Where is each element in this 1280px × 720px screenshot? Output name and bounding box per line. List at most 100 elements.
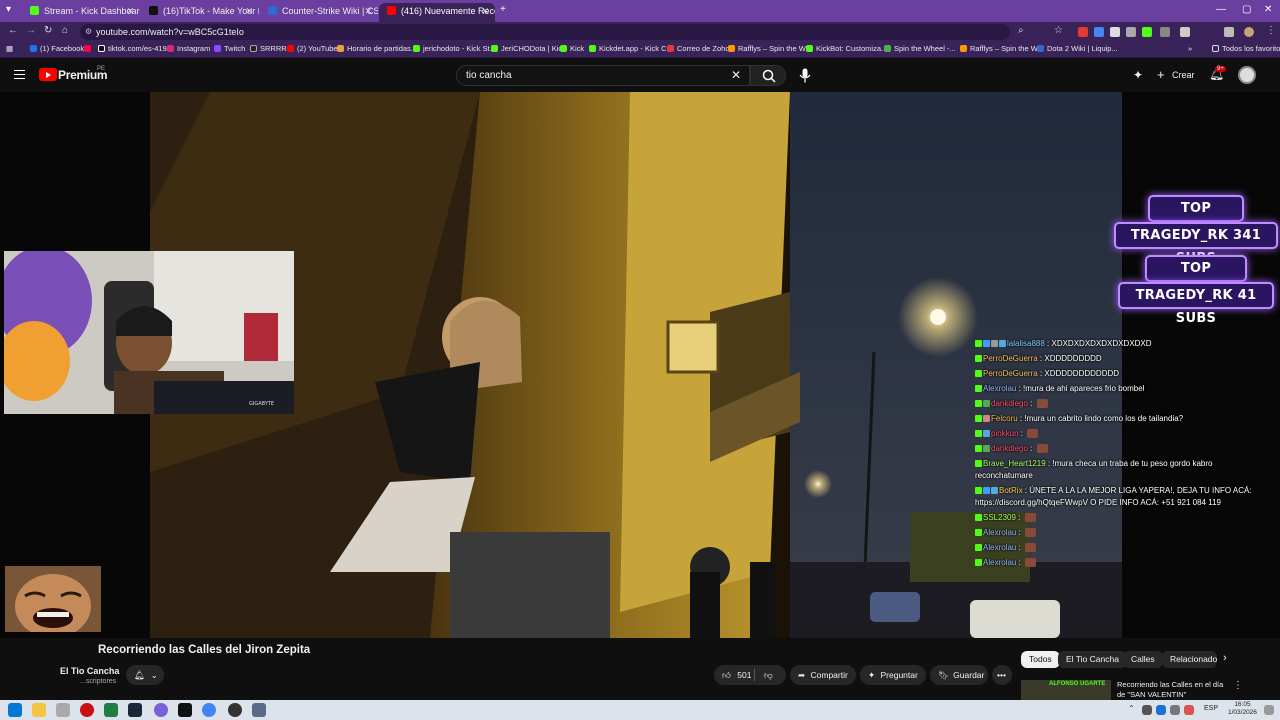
create-button[interactable]: Crear xyxy=(1172,70,1195,80)
chat-username: Alexrolau xyxy=(983,528,1017,537)
bookmark-item[interactable]: Kickdet.app - Kick C... xyxy=(589,44,673,53)
menu-kebab-icon[interactable]: ⋮ xyxy=(1266,25,1276,36)
new-tab-icon[interactable]: + xyxy=(500,4,506,15)
extension-icon[interactable] xyxy=(1160,27,1170,37)
create-plus-icon[interactable]: + xyxy=(1157,67,1165,82)
bookmark-item[interactable]: (2) YouTube xyxy=(287,44,338,53)
apps-grid-icon[interactable]: ▦ xyxy=(6,44,13,53)
profile-avatar[interactable] xyxy=(1244,27,1254,37)
tray-icon[interactable] xyxy=(1170,705,1180,715)
start-icon[interactable] xyxy=(8,703,22,717)
close-icon[interactable]: ✕ xyxy=(245,3,253,20)
excel-icon[interactable] xyxy=(104,703,118,717)
ask-button[interactable]: ✦ Preguntar xyxy=(860,665,926,685)
opera-icon[interactable] xyxy=(80,703,94,717)
bookmark-item[interactable] xyxy=(84,44,94,53)
close-icon[interactable]: ✕ xyxy=(481,3,489,20)
youtube-logo-icon[interactable] xyxy=(39,68,57,81)
next-video-title[interactable]: Recorriendo las Calles en el día de "SAN… xyxy=(1117,680,1227,700)
more-actions-button[interactable]: ••• xyxy=(992,665,1012,685)
browser-tab[interactable]: (16)TikTok - Make Your Day✕ xyxy=(141,3,259,22)
forward-icon[interactable]: → xyxy=(26,25,36,36)
bookmark-item[interactable]: jerichodoto - Kick St... xyxy=(413,44,496,53)
file-explorer-icon[interactable] xyxy=(32,703,46,717)
browser-tab-active[interactable]: (416) Nuevamente Recorri...✕ xyxy=(379,3,495,22)
browser-tab[interactable]: Stream - Kick Dashboard ✕ xyxy=(22,3,140,22)
bookmark-item[interactable]: JeriCHODota | Kick xyxy=(491,44,566,53)
account-avatar[interactable] xyxy=(1238,66,1256,84)
bookmark-item[interactable]: tiktok.com/es-419/ xyxy=(98,44,169,53)
back-icon[interactable]: ← xyxy=(8,25,18,36)
app-icon[interactable] xyxy=(154,703,168,717)
laughing-face-overlay xyxy=(5,566,101,632)
chip-all[interactable]: Todos xyxy=(1021,651,1060,668)
bookmark-item[interactable]: Horario de partidas... xyxy=(337,44,417,53)
download-icon[interactable] xyxy=(1224,27,1234,37)
bookmark-item[interactable]: Spin the Wheel -... xyxy=(884,44,956,53)
extension-icon[interactable] xyxy=(1126,27,1136,37)
clear-search-icon[interactable]: ✕ xyxy=(731,66,741,85)
zoom-icon[interactable]: ⌕ xyxy=(1018,25,1024,36)
app-icon[interactable] xyxy=(228,703,242,717)
voice-search-icon[interactable] xyxy=(799,68,811,83)
bookmark-item[interactable]: Rafflys – Spin the W... xyxy=(728,44,812,53)
subscribed-bell-button[interactable]: 🔔︎ ⌄ xyxy=(126,665,164,685)
tray-icon[interactable] xyxy=(1184,705,1194,715)
chevron-right-icon[interactable]: › xyxy=(1223,652,1227,664)
next-video-menu-icon[interactable]: ⋮ xyxy=(1233,680,1243,691)
site-info-icon[interactable]: ⚙ xyxy=(85,24,92,40)
bookmark-star-icon[interactable]: ☆ xyxy=(1054,25,1063,36)
tray-icon[interactable] xyxy=(1156,705,1166,715)
bookmark-item[interactable]: Instagram xyxy=(167,44,210,53)
chip-streets[interactable]: Calles xyxy=(1123,651,1163,668)
bookmark-item[interactable]: Rafflys – Spin the W... xyxy=(960,44,1044,53)
more-bookmarks-icon[interactable]: » xyxy=(1188,44,1192,53)
chip-channel[interactable]: El Tio Cancha xyxy=(1058,651,1127,668)
extension-icon[interactable] xyxy=(1142,27,1152,37)
extension-icon[interactable] xyxy=(1094,27,1104,37)
maximize-icon[interactable]: ▢ xyxy=(1242,4,1251,15)
app-icon[interactable] xyxy=(56,703,70,717)
all-bookmarks-folder[interactable]: Todos los favoritos xyxy=(1212,44,1280,53)
bookmark-item[interactable]: Twitch xyxy=(214,44,245,53)
minimize-icon[interactable]: — xyxy=(1216,4,1226,15)
extension-icon[interactable] xyxy=(1110,27,1120,37)
search-button[interactable] xyxy=(750,65,786,86)
bookmark-item[interactable]: Correo de Zoho xyxy=(667,44,730,53)
channel-name[interactable]: El Tio Cancha xyxy=(60,666,119,676)
chrome-icon[interactable] xyxy=(202,703,216,717)
tray-icon[interactable] xyxy=(1142,705,1152,715)
browser-tab[interactable]: Counter-Strike Wiki | CS2 | Liqu...✕ xyxy=(260,3,378,22)
bookmark-item[interactable]: KickBot: Customiza... xyxy=(806,44,887,53)
home-icon[interactable]: ⌂ xyxy=(62,25,68,36)
creator-studio-icon[interactable]: ✦ xyxy=(1133,68,1143,82)
obs-icon[interactable] xyxy=(178,703,192,717)
chip-related[interactable]: Relacionado xyxy=(1162,651,1217,668)
bookmark-item[interactable]: SRRRR xyxy=(250,44,287,53)
bookmark-item[interactable]: Dota 2 Wiki | Liquip... xyxy=(1037,44,1118,53)
reload-icon[interactable]: ↻ xyxy=(44,25,52,36)
dislike-button[interactable]: 👎︎ xyxy=(764,665,773,685)
language-indicator[interactable]: ESP xyxy=(1204,705,1218,712)
extension-icon[interactable] xyxy=(1078,27,1088,37)
search-input[interactable]: tio cancha ✕ xyxy=(456,65,750,86)
clock[interactable]: 16:05 1/03/2026 xyxy=(1228,701,1257,717)
next-video-thumbnail[interactable]: ALFONSO UGARTE xyxy=(1021,680,1111,700)
share-button[interactable]: ➦ Compartir xyxy=(790,665,856,685)
hamburger-menu-icon[interactable] xyxy=(14,70,25,79)
tray-chevron-icon[interactable]: ⌃ xyxy=(1128,704,1135,713)
extensions-puzzle-icon[interactable] xyxy=(1180,27,1190,37)
bookmark-item[interactable]: (1) Facebook xyxy=(30,44,84,53)
notification-center-icon[interactable] xyxy=(1264,705,1274,715)
close-icon[interactable]: ✕ xyxy=(364,3,372,20)
like-button[interactable]: 👍︎ 501 xyxy=(722,670,751,680)
close-window-icon[interactable]: ✕ xyxy=(1264,4,1272,15)
address-bar[interactable]: ⚙ youtube.com/watch?v=wBC5cG1teIo xyxy=(80,24,1010,40)
video-player[interactable]: GIGABYTE TOP GLOBAL TRAGEDY_RK 341 SUBS … xyxy=(0,92,1280,638)
close-icon[interactable]: ✕ xyxy=(126,3,134,20)
save-button[interactable]: 🔖︎ Guardar xyxy=(930,665,988,685)
tab-search-icon[interactable]: ▾ xyxy=(6,4,11,15)
bookmark-item[interactable]: Kick xyxy=(560,44,584,53)
steam-icon[interactable] xyxy=(128,703,142,717)
app-icon[interactable] xyxy=(252,703,266,717)
